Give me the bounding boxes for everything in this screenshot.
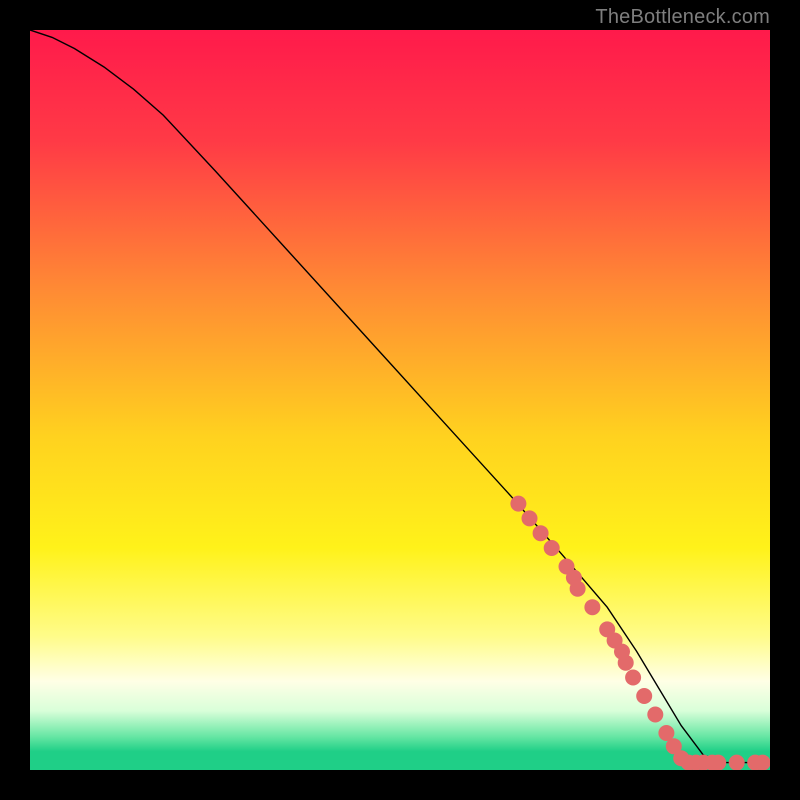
sample-point: [570, 581, 586, 597]
chart-frame: [30, 30, 770, 770]
sample-point: [729, 755, 745, 770]
chart-background: [30, 30, 770, 770]
sample-point: [522, 510, 538, 526]
sample-point: [544, 540, 560, 556]
sample-point: [636, 688, 652, 704]
sample-point: [533, 525, 549, 541]
chart-svg: [30, 30, 770, 770]
watermark-text: TheBottleneck.com: [595, 6, 770, 29]
sample-point: [647, 707, 663, 723]
sample-point: [510, 496, 526, 512]
sample-point: [584, 599, 600, 615]
sample-point: [625, 670, 641, 686]
sample-point: [710, 755, 726, 770]
sample-point: [618, 655, 634, 671]
